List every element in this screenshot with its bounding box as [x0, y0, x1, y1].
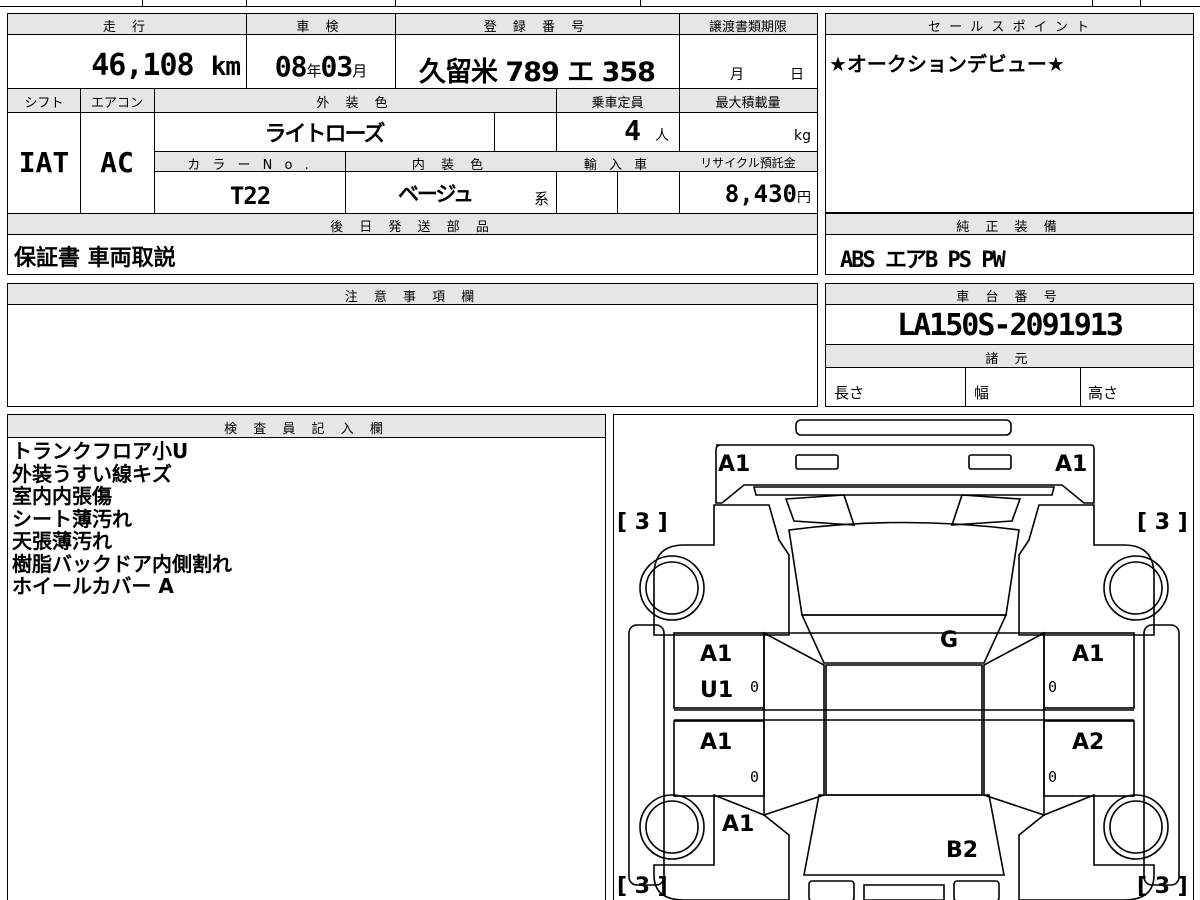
equipment-value: ABS エアB PS PW [840, 248, 1006, 273]
inspector-line: 天張薄汚れ [12, 529, 112, 553]
recycle-value: 8,430円 [724, 180, 811, 208]
import-label: 輸 入 車 [583, 158, 652, 173]
right-front-zero: 0 [1048, 678, 1058, 696]
transfer-deadline-month: 月 [730, 67, 744, 83]
shift-value: IAT [18, 146, 70, 179]
bracket-rear-left: [ 3 ] [617, 874, 668, 899]
top-strip-line [0, 6, 1200, 7]
specs-height: 高さ [1088, 384, 1119, 402]
transfer-deadline-day: 日 [790, 67, 804, 83]
sales-point-box [825, 13, 1194, 213]
capacity-value: 4人 [624, 114, 669, 147]
damage-right-rear-door: A2 [1072, 730, 1105, 755]
bracket-rear-right: [ 3 ] [1137, 874, 1188, 899]
mileage-label: 走 行 [102, 20, 152, 35]
notes-label: 注 意 事 項 欄 [344, 290, 481, 305]
inspector-line: ホイールカバー A [12, 574, 174, 598]
recycle-label: リサイクル預託金 [700, 156, 796, 170]
damage-left-front-door: A1 [700, 642, 733, 667]
damage-left-rear-quarter: A1 [722, 812, 755, 837]
interior-color-value: ベージュ [397, 182, 474, 206]
damage-front-right: A1 [1055, 452, 1088, 477]
shift-label: シフト [24, 96, 64, 111]
interior-color-label: 内 装 色 [411, 158, 490, 173]
left-front-zero: 0 [750, 678, 760, 696]
later-parts-value: 保証書 車両取説 [14, 246, 176, 271]
aircon-label: エアコン [90, 96, 143, 111]
mileage-value: 46,108 km [91, 48, 241, 83]
right-rear-zero: 0 [1048, 768, 1058, 786]
inspection-value: 08年03月 [274, 50, 367, 83]
chassis-value: LA150S-2091913 [897, 308, 1124, 343]
max-load-unit: kg [794, 128, 811, 144]
chassis-label: 車 台 番 号 [956, 290, 1063, 305]
exterior-color-value: ライトローズ [264, 122, 386, 147]
inspector-line: 外装うすい線キズ [12, 461, 172, 486]
inspector-line: 樹脂バックドア内側割れ [12, 551, 232, 576]
aircon-value: AC [100, 146, 134, 179]
damage-left-front-door-2: U1 [700, 678, 734, 703]
specs-width: 幅 [974, 384, 990, 402]
inspector-notes: トランクフロア小U 外装うすい線キズ 室内内張傷 シート薄汚れ 天張薄汚れ 樹脂… [12, 440, 232, 598]
capacity-label: 乗車定員 [591, 96, 644, 111]
inspector-label: 検 査 員 記 入 欄 [224, 422, 389, 437]
damage-rear-bumper: B2 [946, 838, 979, 863]
color-no-label: カ ラ ー N o . [187, 158, 313, 173]
damage-front-left: A1 [718, 452, 751, 477]
specs-label: 諸 元 [985, 352, 1034, 367]
later-parts-label: 後 日 発 送 部 品 [330, 220, 495, 235]
left-rear-zero: 0 [750, 768, 760, 786]
exterior-color-label: 外 装 色 [316, 96, 394, 111]
color-no-value: T22 [229, 182, 271, 210]
sales-point-value: ★オークションデビュー★ [829, 52, 1065, 76]
max-load-label: 最大積載量 [715, 96, 781, 111]
bracket-front-left: [ 3 ] [617, 510, 668, 535]
transfer-deadline-label: 譲渡書類期限 [708, 20, 787, 35]
registration-value: 久留米 789 エ 358 [419, 57, 656, 88]
inspection-label: 車 検 [296, 20, 345, 35]
inspector-line: 室内内張傷 [12, 484, 112, 508]
sales-point-label: セ ー ル ス ポ イ ン ト [928, 20, 1091, 35]
inspector-line: シート薄汚れ [12, 506, 132, 531]
inspector-line: トランクフロア小U [12, 439, 189, 463]
registration-label: 登 録 番 号 [483, 20, 591, 35]
damage-right-front-door: A1 [1072, 642, 1105, 667]
interior-color-suffix: 系 [534, 190, 550, 208]
damage-left-rear-door: A1 [700, 730, 733, 755]
bracket-front-right: [ 3 ] [1137, 510, 1188, 535]
equipment-label: 純 正 装 備 [956, 220, 1063, 235]
damage-hood-glass: G [940, 628, 959, 653]
specs-length: 長さ [834, 384, 865, 402]
